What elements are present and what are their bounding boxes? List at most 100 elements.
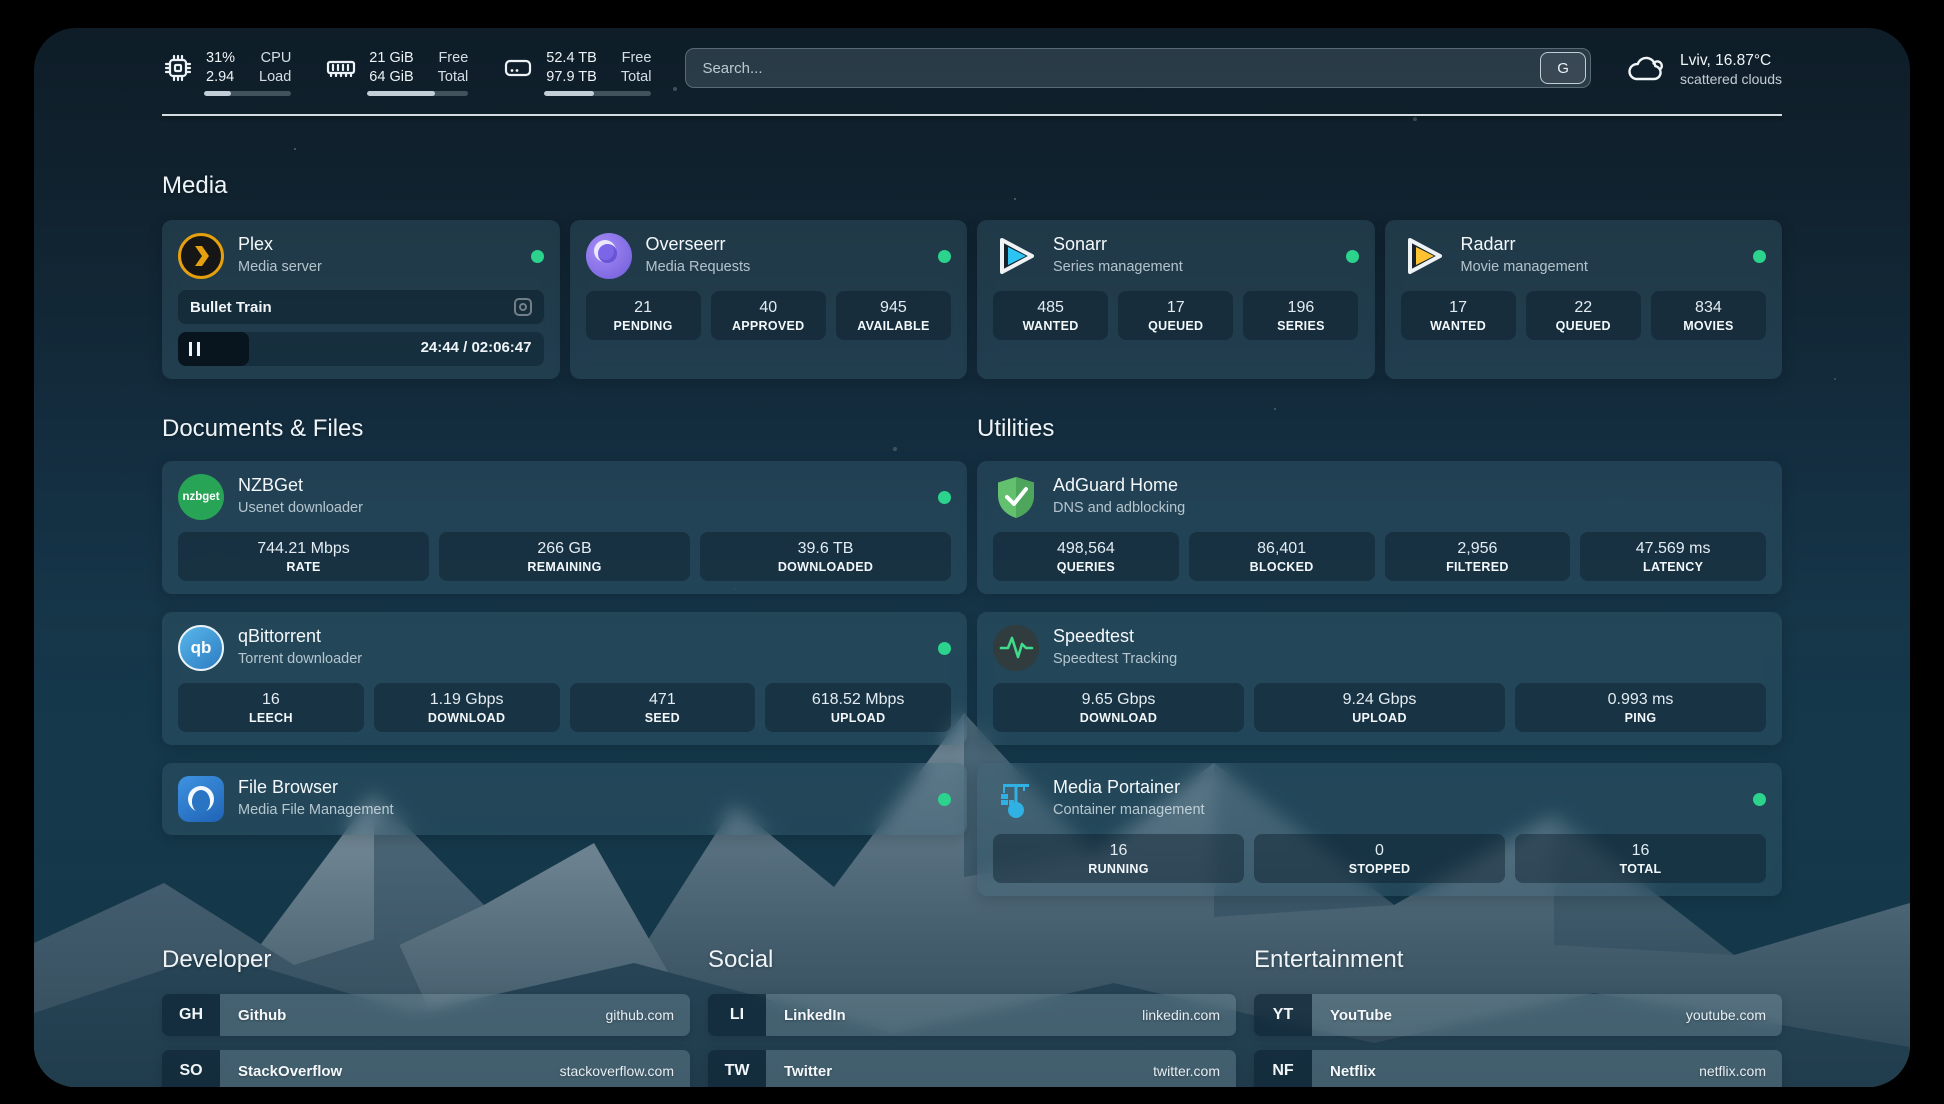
stat-box: 0 STOPPED [1254,834,1505,883]
service-name: Sonarr [1053,234,1183,255]
stat-box: 9.24 Gbps UPLOAD [1254,683,1505,732]
bookmark-linkedin[interactable]: LI LinkedIn linkedin.com [708,994,1236,1036]
section-title-documents: Documents & Files [162,415,967,443]
stat-box: 498,564 QUERIES [993,532,1179,581]
stat-box: 47.569 ms LATENCY [1580,532,1766,581]
nzbget-logo-icon: nzbget [178,474,224,520]
cpu-usage-value: 31% [206,49,235,68]
service-subtitle: DNS and adblocking [1053,498,1185,519]
search-input[interactable] [686,49,1540,87]
service-card-filebrowser[interactable]: File Browser Media File Management [162,763,967,835]
plex-logo-icon [178,233,224,279]
bookmark-abbr: TW [708,1050,766,1087]
bookmark-group-entertainment: Entertainment YT YouTube youtube.com NF … [1254,946,1782,1087]
service-card-adguard[interactable]: AdGuard Home DNS and adblocking 498,564 … [977,461,1782,594]
service-card-portainer[interactable]: Media Portainer Container management 16 … [977,763,1782,896]
bookmark-name: LinkedIn [784,1007,846,1024]
weather-location: Lviv, 16.87°C [1680,50,1782,71]
service-subtitle: Torrent downloader [238,649,362,670]
cpu-usage-label: CPU [259,49,291,68]
disk-free-label: Free [621,49,652,68]
bookmark-abbr: GH [162,994,220,1036]
top-bar: 31% 2.94 CPU Load [162,28,1782,94]
service-card-nzbget[interactable]: nzbget NZBGet Usenet downloader 744.21 M… [162,461,967,594]
filebrowser-logo-icon [178,776,224,822]
bookmark-url: github.com [606,1007,674,1023]
stat-box: 21 PENDING [586,291,701,340]
bookmark-name: Github [238,1007,286,1024]
service-card-radarr[interactable]: Radarr Movie management 17 WANTED 22 QUE… [1385,220,1783,379]
bookmark-group-developer: Developer GH Github github.com SO StackO… [162,946,690,1087]
search-provider-button[interactable]: G [1540,52,1586,84]
service-name: AdGuard Home [1053,475,1185,496]
service-subtitle: Usenet downloader [238,498,363,519]
disk-icon [502,52,534,84]
bookmark-abbr: SO [162,1050,220,1087]
bookmark-name: YouTube [1330,1007,1392,1024]
service-subtitle: Series management [1053,257,1183,278]
stat-box: 39.6 TB DOWNLOADED [700,532,951,581]
section-title-utilities: Utilities [977,415,1782,443]
service-subtitle: Movie management [1461,257,1588,278]
service-subtitle: Media Requests [646,257,751,278]
weather-condition: scattered clouds [1680,71,1782,87]
weather-widget: Lviv, 16.87°C scattered clouds [1625,50,1782,87]
service-name: Speedtest [1053,626,1177,647]
header-divider [162,114,1782,116]
radarr-logo-icon [1401,233,1447,279]
stat-box: 196 SERIES [1243,291,1358,340]
cloud-icon [1625,50,1667,86]
cpu-widget: 31% 2.94 CPU Load [162,49,291,87]
documents-column: Documents & Files nzbget NZBGet Usenet d… [162,415,967,896]
disk-total-value: 97.9 TB [546,68,597,87]
bookmark-name: Twitter [784,1063,832,1080]
section-title-social: Social [708,946,1236,974]
section-title-developer: Developer [162,946,690,974]
bookmark-abbr: YT [1254,994,1312,1036]
cpu-progress-bar [204,91,291,96]
stat-box: 86,401 BLOCKED [1189,532,1375,581]
disk-free-value: 52.4 TB [546,49,597,68]
status-dot [1753,793,1766,806]
service-card-sonarr[interactable]: Sonarr Series management 485 WANTED 17 Q… [977,220,1375,379]
service-card-plex[interactable]: Plex Media server Bullet Train 24:44 / 0… [162,220,560,379]
memory-total-value: 64 GiB [369,68,413,87]
bookmark-abbr: NF [1254,1050,1312,1087]
stat-box: 22 QUEUED [1526,291,1641,340]
memory-progress-bar [367,91,468,96]
cpu-load-value: 2.94 [206,68,235,87]
stat-box: 1.19 Gbps DOWNLOAD [374,683,560,732]
sonarr-logo-icon [993,233,1039,279]
memory-widget: 21 GiB 64 GiB Free Total [325,49,468,87]
bookmark-group-social: Social LI LinkedIn linkedin.com TW Twitt… [708,946,1236,1087]
status-dot [531,250,544,263]
bookmark-url: twitter.com [1153,1063,1220,1079]
service-name: Overseerr [646,234,751,255]
status-dot [938,642,951,655]
dashboard-screen: 31% 2.94 CPU Load [34,28,1910,1087]
bookmark-netflix[interactable]: NF Netflix netflix.com [1254,1050,1782,1087]
status-dot [938,491,951,504]
service-subtitle: Container management [1053,800,1205,821]
bookmark-stackoverflow[interactable]: SO StackOverflow stackoverflow.com [162,1050,690,1087]
bookmark-youtube[interactable]: YT YouTube youtube.com [1254,994,1782,1036]
pause-icon [189,342,200,356]
memory-free-value: 21 GiB [369,49,413,68]
utilities-column: Utilities [977,415,1782,896]
service-name: File Browser [238,777,394,798]
playback-time: 24:44 / 02:06:47 [421,339,532,356]
stat-box: 17 WANTED [1401,291,1516,340]
service-card-overseerr[interactable]: Overseerr Media Requests 21 PENDING 40 A… [570,220,968,379]
speedtest-logo-icon [993,625,1039,671]
service-card-qbittorrent[interactable]: qb qBittorrent Torrent downloader 16 LEE… [162,612,967,745]
service-name: Plex [238,234,322,255]
disk-widget: 52.4 TB 97.9 TB Free Total [502,49,651,87]
stat-box: 945 AVAILABLE [836,291,951,340]
stat-box: 16 RUNNING [993,834,1244,883]
service-card-speedtest[interactable]: Speedtest Speedtest Tracking 9.65 Gbps D… [977,612,1782,745]
stat-box: 9.65 Gbps DOWNLOAD [993,683,1244,732]
bookmark-twitter[interactable]: TW Twitter twitter.com [708,1050,1236,1087]
service-subtitle: Media server [238,257,322,278]
service-subtitle: Media File Management [238,800,394,821]
bookmark-github[interactable]: GH Github github.com [162,994,690,1036]
